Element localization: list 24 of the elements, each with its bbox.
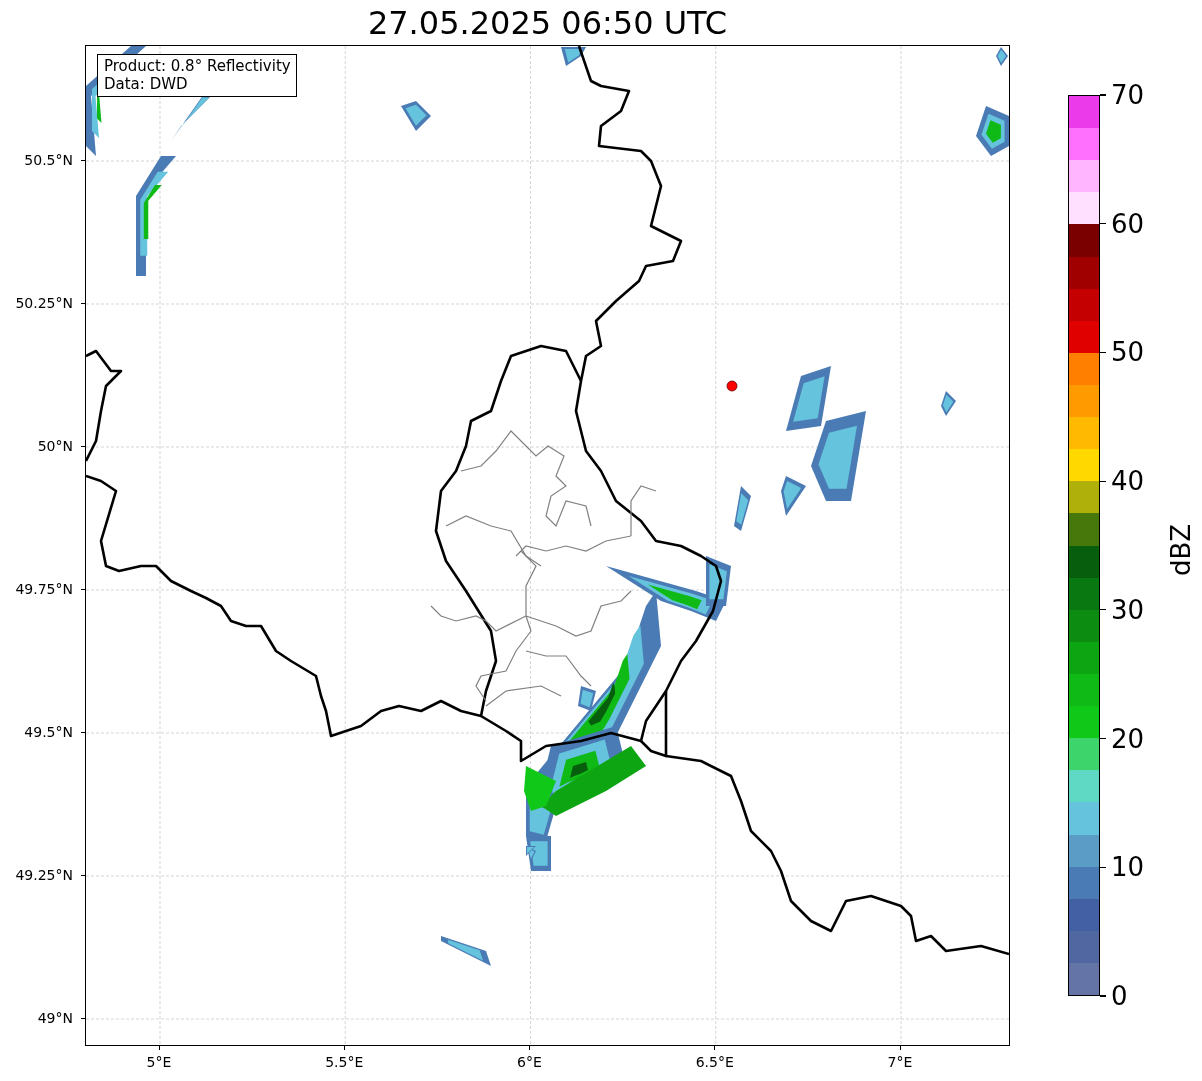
tick-label: 10: [1111, 852, 1145, 883]
tick-label: 50.5°N: [24, 152, 73, 168]
tick-label: 50.25°N: [15, 295, 73, 311]
tick-label: 0: [1111, 981, 1128, 1011]
tick-label: 5°E: [146, 1054, 172, 1070]
tick-label: 70: [1111, 80, 1145, 110]
tick-label: 49°N: [37, 1010, 73, 1026]
legend-text: Product: 0.8° Reflectivity: [104, 57, 291, 75]
tick-label: 6.5°E: [695, 1054, 734, 1070]
tick-label: 50: [1111, 337, 1145, 368]
tick-label: 49.25°N: [15, 867, 73, 883]
legend-text: Data: DWD: [104, 75, 189, 93]
tick-label: 5.5°E: [325, 1054, 364, 1070]
tick-label: 20: [1111, 723, 1145, 754]
tick-label: 49.5°N: [24, 724, 73, 740]
axis-label: dBZ: [1166, 523, 1196, 576]
tick-label: 40: [1111, 466, 1145, 497]
tick-label: 30: [1111, 594, 1145, 625]
tick-label: 6°E: [517, 1054, 542, 1070]
tick-label: 49.75°N: [15, 581, 73, 597]
tick-label: 7°E: [887, 1054, 913, 1070]
tick-label: 50°N: [37, 438, 73, 454]
tick-label: 60: [1111, 208, 1145, 239]
chart-title: 27.05.2025 06:50 UTC: [366, 3, 729, 44]
